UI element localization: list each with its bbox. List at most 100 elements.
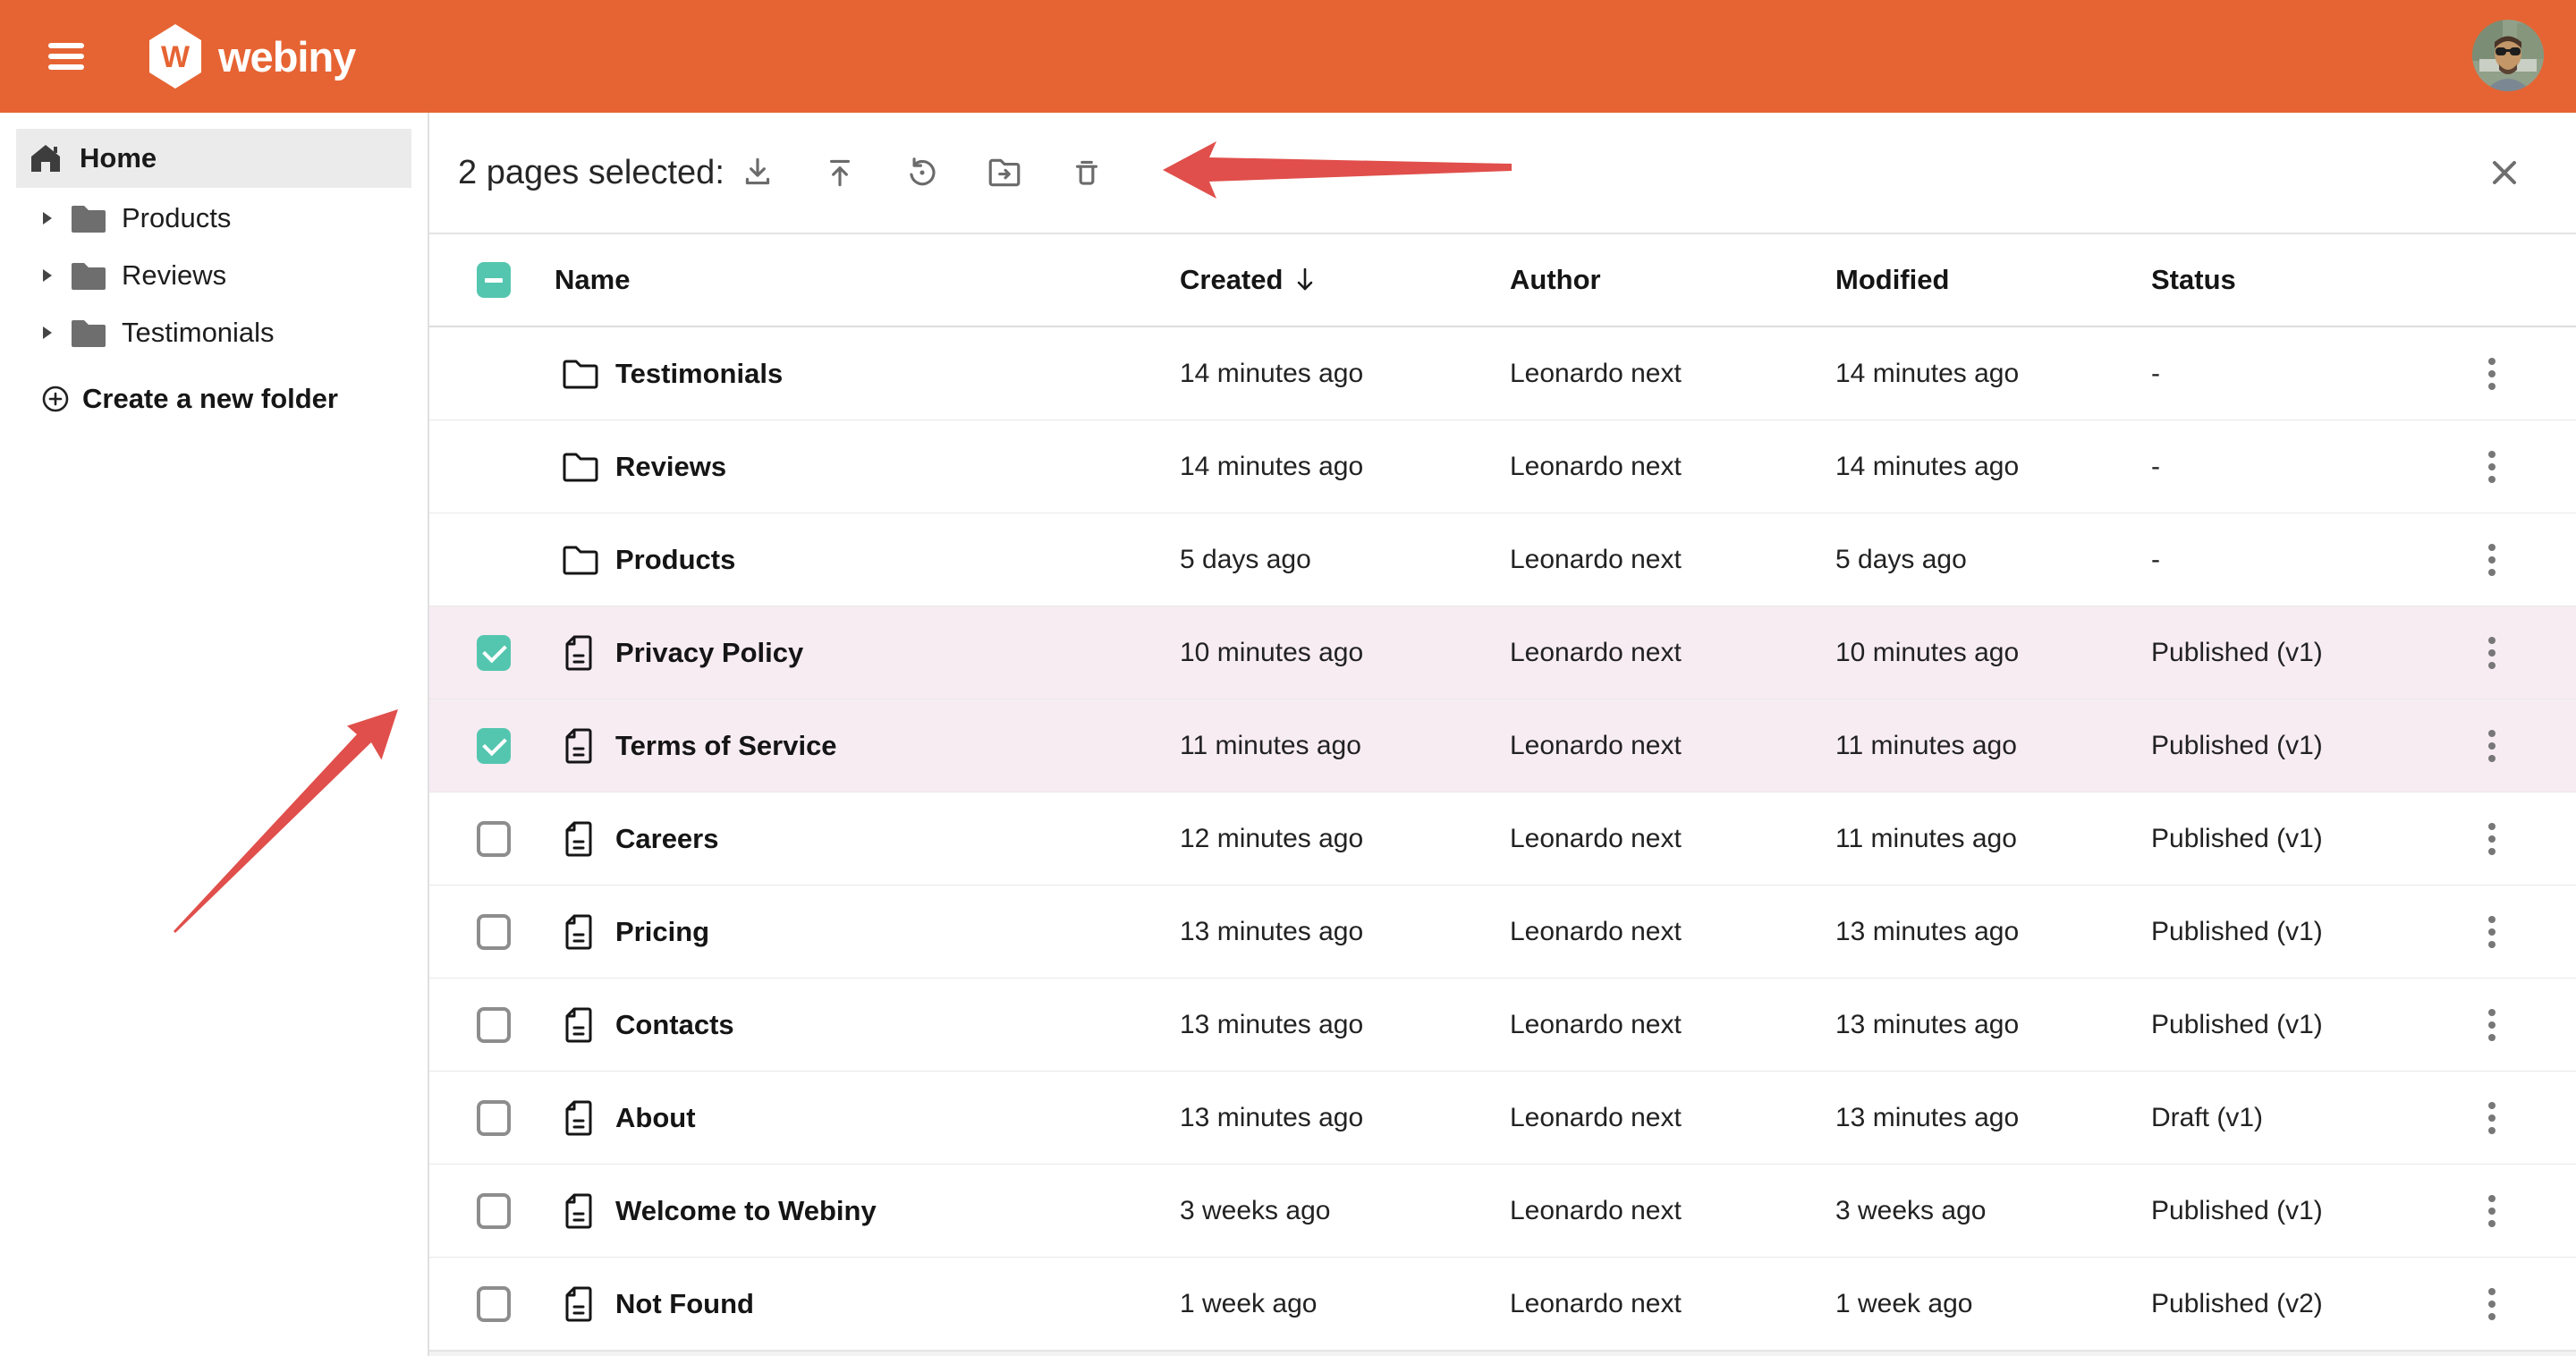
column-header-status[interactable]: Status bbox=[2151, 234, 2236, 326]
kebab-icon bbox=[2488, 1009, 2496, 1041]
row-modified: 14 minutes ago bbox=[1835, 327, 2019, 420]
table-row[interactable]: Reviews 14 minutes ago Leonardo next 14 … bbox=[429, 420, 2576, 513]
row-modified: 13 minutes ago bbox=[1835, 979, 2019, 1071]
row-actions-menu-button[interactable] bbox=[2474, 979, 2510, 1071]
create-folder-button[interactable]: Create a new folder bbox=[0, 374, 428, 424]
row-checkbox[interactable] bbox=[477, 635, 511, 671]
row-checkbox[interactable] bbox=[477, 914, 511, 950]
sidebar-item-testimonials[interactable]: Testimonials bbox=[0, 304, 428, 361]
row-name[interactable]: Welcome to Webiny bbox=[615, 1165, 877, 1257]
column-header-created[interactable]: Created bbox=[1180, 234, 1317, 326]
column-header-modified[interactable]: Modified bbox=[1835, 234, 1949, 326]
row-actions-menu-button[interactable] bbox=[2474, 420, 2510, 513]
row-modified: 1 week ago bbox=[1835, 1258, 1972, 1350]
chevron-right-icon[interactable] bbox=[41, 325, 54, 341]
row-modified: 13 minutes ago bbox=[1835, 886, 2019, 978]
sidebar-folder-label: Testimonials bbox=[122, 317, 275, 349]
brand-logo: W webiny bbox=[147, 22, 355, 90]
kebab-icon bbox=[2488, 637, 2496, 669]
publish-icon bbox=[821, 154, 859, 191]
row-checkbox[interactable] bbox=[477, 1193, 511, 1229]
row-checkbox[interactable] bbox=[477, 1286, 511, 1322]
row-name[interactable]: Products bbox=[615, 513, 735, 606]
kebab-icon bbox=[2488, 1195, 2496, 1227]
sidebar-item-products[interactable]: Products bbox=[0, 190, 428, 247]
table-header: Name Created Author Modified Status bbox=[429, 234, 2576, 327]
row-checkbox[interactable] bbox=[477, 1100, 511, 1136]
row-name[interactable]: Careers bbox=[615, 792, 718, 885]
table-row[interactable]: Products 5 days ago Leonardo next 5 days… bbox=[429, 513, 2576, 606]
chevron-right-icon[interactable] bbox=[41, 210, 54, 226]
row-name[interactable]: Privacy Policy bbox=[615, 606, 803, 699]
row-actions-menu-button[interactable] bbox=[2474, 886, 2510, 978]
close-selection-button[interactable] bbox=[2483, 151, 2526, 194]
kebab-icon bbox=[2488, 358, 2496, 390]
row-actions-menu-button[interactable] bbox=[2474, 792, 2510, 885]
row-checkbox[interactable] bbox=[477, 1007, 511, 1043]
sidebar-item-reviews[interactable]: Reviews bbox=[0, 247, 428, 304]
download-button[interactable] bbox=[736, 151, 779, 194]
table-row[interactable]: Terms of Service 11 minutes ago Leonardo… bbox=[429, 699, 2576, 792]
hamburger-menu-icon[interactable] bbox=[48, 43, 84, 70]
restore-button[interactable] bbox=[901, 151, 944, 194]
row-name[interactable]: Terms of Service bbox=[615, 699, 837, 792]
row-actions-menu-button[interactable] bbox=[2474, 513, 2510, 606]
folder-icon bbox=[562, 358, 599, 390]
row-created: 10 minutes ago bbox=[1180, 606, 1363, 699]
row-name[interactable]: Not Found bbox=[615, 1258, 754, 1350]
row-name[interactable]: Pricing bbox=[615, 886, 709, 978]
publish-button[interactable] bbox=[818, 151, 861, 194]
row-actions-menu-button[interactable] bbox=[2474, 327, 2510, 420]
chevron-right-icon[interactable] bbox=[41, 267, 54, 284]
user-avatar[interactable] bbox=[2472, 20, 2544, 91]
table-footer-strip bbox=[429, 1351, 2576, 1356]
table-row[interactable]: Welcome to Webiny 3 weeks ago Leonardo n… bbox=[429, 1165, 2576, 1258]
row-checkbox[interactable] bbox=[477, 821, 511, 857]
row-author: Leonardo next bbox=[1510, 792, 1682, 885]
row-actions-menu-button[interactable] bbox=[2474, 1072, 2510, 1164]
row-actions-menu-button[interactable] bbox=[2474, 699, 2510, 792]
delete-button[interactable] bbox=[1065, 151, 1108, 194]
row-created: 11 minutes ago bbox=[1180, 699, 1361, 792]
row-name[interactable]: Contacts bbox=[615, 979, 734, 1071]
svg-text:W: W bbox=[161, 40, 191, 74]
download-icon bbox=[739, 154, 776, 191]
row-modified: 13 minutes ago bbox=[1835, 1072, 2019, 1164]
file-icon bbox=[562, 726, 594, 766]
kebab-icon bbox=[2488, 451, 2496, 483]
page-list-panel: 2 pages selected: bbox=[429, 113, 2576, 1356]
column-header-name[interactable]: Name bbox=[555, 234, 630, 326]
row-name[interactable]: Testimonials bbox=[615, 327, 783, 420]
row-actions-menu-button[interactable] bbox=[2474, 1258, 2510, 1350]
row-name[interactable]: About bbox=[615, 1072, 696, 1164]
row-author: Leonardo next bbox=[1510, 1258, 1682, 1350]
file-icon bbox=[562, 819, 594, 859]
row-status: Published (v1) bbox=[2151, 792, 2323, 885]
row-created: 13 minutes ago bbox=[1180, 1072, 1363, 1164]
table-row[interactable]: About 13 minutes ago Leonardo next 13 mi… bbox=[429, 1072, 2576, 1165]
kebab-icon bbox=[2488, 544, 2496, 576]
row-checkbox[interactable] bbox=[477, 728, 511, 764]
move-to-folder-button[interactable] bbox=[983, 151, 1026, 194]
table-row[interactable]: Not Found 1 week ago Leonardo next 1 wee… bbox=[429, 1258, 2576, 1351]
bulk-actions bbox=[736, 113, 1108, 233]
column-header-author[interactable]: Author bbox=[1510, 234, 1601, 326]
sidebar-home-label: Home bbox=[80, 142, 157, 174]
row-author: Leonardo next bbox=[1510, 886, 1682, 978]
row-modified: 10 minutes ago bbox=[1835, 606, 2019, 699]
kebab-icon bbox=[2488, 823, 2496, 855]
row-author: Leonardo next bbox=[1510, 327, 1682, 420]
sidebar-item-home[interactable]: Home bbox=[16, 129, 411, 188]
row-status: Published (v2) bbox=[2151, 1258, 2323, 1350]
table-row[interactable]: Careers 12 minutes ago Leonardo next 11 … bbox=[429, 792, 2576, 886]
row-created: 14 minutes ago bbox=[1180, 327, 1363, 420]
table-row[interactable]: Contacts 13 minutes ago Leonardo next 13… bbox=[429, 979, 2576, 1072]
row-name[interactable]: Reviews bbox=[615, 420, 726, 513]
row-actions-menu-button[interactable] bbox=[2474, 1165, 2510, 1257]
table-row[interactable]: Pricing 13 minutes ago Leonardo next 13 … bbox=[429, 886, 2576, 979]
table-row[interactable]: Privacy Policy 10 minutes ago Leonardo n… bbox=[429, 606, 2576, 699]
table-row[interactable]: Testimonials 14 minutes ago Leonardo nex… bbox=[429, 327, 2576, 420]
select-all-checkbox[interactable] bbox=[477, 234, 511, 326]
row-modified: 11 minutes ago bbox=[1835, 792, 2017, 885]
row-actions-menu-button[interactable] bbox=[2474, 606, 2510, 699]
